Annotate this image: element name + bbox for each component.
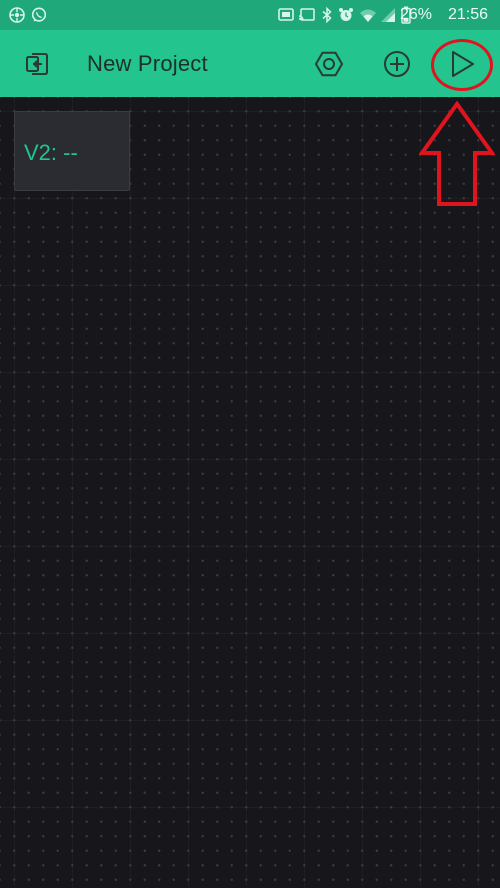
battery-percentage: 26% (399, 6, 432, 23)
project-settings-button[interactable] (304, 30, 354, 97)
bluetooth-icon (322, 7, 332, 23)
exit-project-icon (26, 52, 48, 75)
status-bar: 26% 21:56 (0, 0, 500, 30)
whatsapp-icon (31, 7, 47, 22)
cast-icon (278, 8, 294, 21)
add-widget-button[interactable] (372, 30, 422, 97)
project-title: New Project (87, 51, 208, 76)
exit-project-button[interactable] (12, 30, 62, 97)
value-display-widget[interactable]: V2: -- (14, 111, 130, 191)
app-screen: 26% 21:56 New Project V2: -- (0, 0, 500, 888)
wifi-icon (360, 9, 376, 22)
add-widget-icon (384, 50, 410, 77)
widget-canvas[interactable] (0, 97, 500, 888)
annotation-circle (431, 39, 493, 91)
project-toolbar: New Project (0, 30, 500, 97)
screen-mirror-icon (298, 8, 315, 21)
cellular-signal-icon (381, 8, 395, 22)
hexagon-settings-icon (314, 51, 344, 76)
alarm-icon (339, 8, 353, 21)
annotation-up-arrow-icon (419, 101, 495, 206)
app-notification-icon (9, 7, 25, 23)
status-time: 21:56 (447, 6, 488, 23)
widget-label: V2: -- (24, 140, 78, 165)
